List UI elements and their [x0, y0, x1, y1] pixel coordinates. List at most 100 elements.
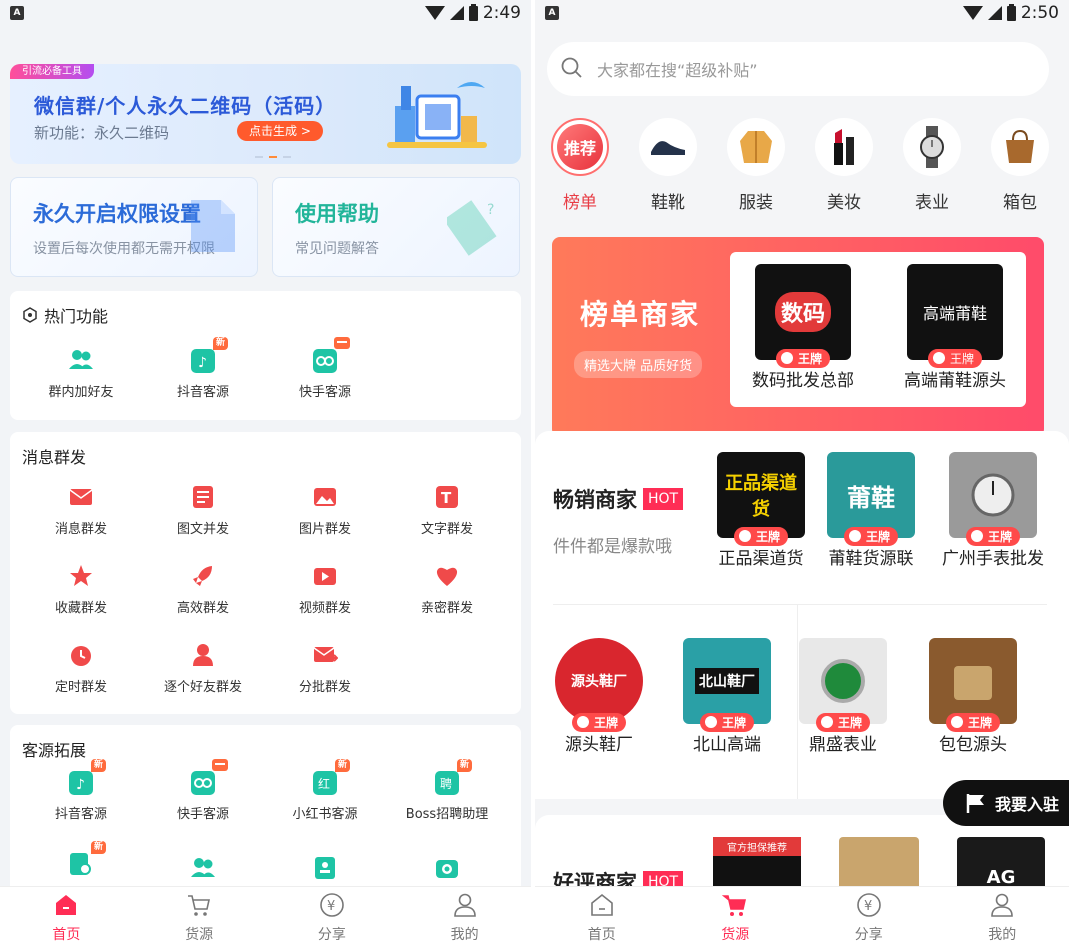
broadcast-item[interactable]: 亲密群发 [386, 563, 508, 616]
signal-icon [449, 6, 464, 20]
help-card[interactable]: 使用帮助 常见问题解答 ? [272, 177, 520, 277]
svg-text:¥: ¥ [864, 899, 872, 914]
status-time: 2:50 [1020, 3, 1059, 23]
merchant-name: 莆鞋货源联 [828, 549, 914, 569]
merchant-shoes[interactable]: 高端莆鞋 王牌 高端莆鞋源头 [890, 264, 1020, 391]
qr-banner[interactable]: 引流必备工具 微信群/个人永久二维码（活码） 新功能：永久二维码 点击生成 > [10, 64, 521, 164]
expand-more-2[interactable] [142, 855, 264, 889]
merchant-dingsheng[interactable]: 王牌 鼎盛表业 [791, 638, 895, 755]
green-watch-icon [821, 659, 865, 703]
rank-banner[interactable]: 榜单商家 精选大牌 品质好货 数码 王牌 数码批发总部 高端莆鞋 王牌 高端莆鞋… [552, 237, 1044, 437]
broadcast-item[interactable]: 收藏群发 [20, 563, 142, 616]
category-bags[interactable]: 箱包 [985, 118, 1055, 213]
merchant-bag-source[interactable]: 王牌 包包源头 [921, 638, 1025, 755]
tab-share[interactable]: ¥ 分享 [266, 887, 399, 948]
broadcast-item[interactable]: T 文字群发 [386, 484, 508, 537]
hot-functions-title: 热门功能 [44, 307, 109, 326]
battery-icon [1006, 3, 1016, 21]
section-title: 热门功能 [22, 303, 108, 327]
merchant-authentic[interactable]: 正品渠道货 王牌 正品渠道货 [709, 452, 813, 569]
wangpai-badge: 王牌 [571, 713, 627, 732]
feature-douyin[interactable]: ♪ 新 抖音客源 [142, 337, 264, 400]
broadcast-item[interactable]: 分批群发 [264, 642, 386, 695]
hot-badge: HOT [643, 488, 684, 510]
article-icon [190, 484, 216, 510]
banner-tag: 引流必备工具 [10, 64, 94, 79]
shoe-icon [651, 141, 685, 157]
hot-functions-section: 热门功能 群内加好友 ♪ 新 抖音客源 快手客源 [10, 291, 521, 420]
expand-douyin[interactable]: ♪ 新 抖音客源 [20, 759, 142, 822]
merchant-source-factory[interactable]: 源头鞋厂 王牌 源头鞋厂 [547, 638, 651, 755]
wangpai-badge: 王牌 [927, 349, 983, 368]
recommend-icon: 推荐 [557, 124, 603, 170]
merchant-digital[interactable]: 数码 王牌 数码批发总部 [745, 264, 861, 391]
tab-label: 首页 [52, 926, 81, 943]
broadcast-item[interactable]: 定时群发 [20, 642, 142, 695]
join-button[interactable]: 我要入驻 [943, 780, 1069, 826]
expand-kuaishou[interactable]: 快手客源 [142, 759, 264, 822]
category-clothing[interactable]: 服装 [721, 118, 791, 213]
wangpai-badge: 王牌 [699, 713, 755, 732]
svg-text:红: 红 [318, 776, 330, 791]
tab-share[interactable]: ¥ 分享 [802, 887, 936, 948]
tab-source[interactable]: 货源 [669, 887, 803, 948]
merchant-putian-union[interactable]: 莆鞋 王牌 莆鞋货源联 [819, 452, 923, 569]
merchant-guangzhou-watch[interactable]: 王牌 广州手表批发 [937, 452, 1049, 569]
category-rank[interactable]: 推荐 榜单 [545, 118, 615, 213]
expand-boss[interactable]: 聘新 Boss招聘助理 [386, 759, 508, 822]
tab-source[interactable]: 货源 [133, 887, 266, 948]
expand-more-4[interactable] [386, 855, 508, 889]
tab-home[interactable]: 首页 [535, 887, 669, 948]
search-placeholder: 大家都在搜“超级补贴” [597, 61, 758, 80]
wangpai-badge: 王牌 [733, 527, 789, 546]
expand-xiaohongshu[interactable]: 红新 小红书客源 [264, 759, 386, 822]
camera-icon [434, 855, 460, 881]
new-badge: 新 [212, 337, 228, 350]
text-icon: T [434, 484, 460, 510]
merchant-name: 源头鞋厂 [565, 735, 633, 755]
category-shoes[interactable]: 鞋靴 [633, 118, 703, 213]
feature-label: 群内加好友 [48, 385, 114, 400]
feature-label: 定时群发 [54, 680, 107, 695]
feature-kuaishou[interactable]: 快手客源 [264, 337, 386, 400]
feature-label: 视频群发 [298, 601, 351, 616]
broadcast-item[interactable]: 图片群发 [264, 484, 386, 537]
expand-more-3[interactable] [264, 855, 386, 889]
contacts-icon [312, 855, 338, 881]
merchant-logo: 高端莆鞋 王牌 [907, 264, 1003, 368]
category-makeup[interactable]: 美妆 [809, 118, 879, 213]
rocket-icon [190, 563, 216, 589]
broadcast-item[interactable]: 逐个好友群发 [142, 642, 264, 695]
signal-icon [987, 6, 1002, 20]
broadcast-item[interactable]: 视频群发 [264, 563, 386, 616]
merchant-beishan[interactable]: 北山鞋厂 王牌 北山高端 [675, 638, 779, 755]
new-badge: 新 [456, 759, 472, 772]
tab-mine[interactable]: 我的 [398, 887, 531, 948]
category-watches[interactable]: 表业 [897, 118, 967, 213]
category-bar: 推荐 榜单 鞋靴 服装 美妆 表业 箱包 [545, 118, 1055, 213]
merchant-name: 包包源头 [939, 735, 1007, 755]
feature-label: 快手客源 [176, 807, 229, 822]
permission-card[interactable]: 永久开启权限设置 设置后每次使用都无需开权限 [10, 177, 258, 277]
broadcast-item[interactable]: 消息群发 [20, 484, 142, 537]
banner-subtitle: 新功能：永久二维码 [34, 124, 170, 142]
customer-expand-section: 客源拓展 ♪ 新 抖音客源 快手客源 红新 小红书客源 聘新 Boss招聘助理 新 [10, 725, 521, 895]
left-screen: A 2:49 引流必备工具 微信群/个人永久二维码（活码） 新功能：永久二维码 … [0, 0, 531, 948]
expand-more-1[interactable]: 新 [20, 841, 142, 885]
status-time: 2:49 [482, 3, 521, 23]
broadcast-item[interactable]: 高效群发 [142, 563, 264, 616]
feature-group-add-friend[interactable]: 群内加好友 [20, 347, 142, 400]
bag-photo-icon [954, 666, 992, 700]
search-input[interactable]: 大家都在搜“超级补贴” [547, 42, 1049, 96]
rank-merchant-box: 数码 王牌 数码批发总部 高端莆鞋 王牌 高端莆鞋源头 [730, 252, 1026, 407]
tab-home[interactable]: 首页 [0, 887, 133, 948]
feature-label: 文字群发 [420, 522, 473, 537]
generate-button[interactable]: 点击生成 > [237, 121, 323, 141]
merchant-name: 北山高端 [693, 735, 761, 755]
tab-mine[interactable]: 我的 [936, 887, 1069, 948]
rank-title: 榜单商家 [580, 298, 701, 331]
category-label: 鞋靴 [651, 193, 685, 213]
good-review-card: 好评商家 HOT 官方担保推荐 AG [535, 815, 1069, 895]
feature-label: 收藏群发 [54, 601, 107, 616]
broadcast-item[interactable]: 图文并发 [142, 484, 264, 537]
